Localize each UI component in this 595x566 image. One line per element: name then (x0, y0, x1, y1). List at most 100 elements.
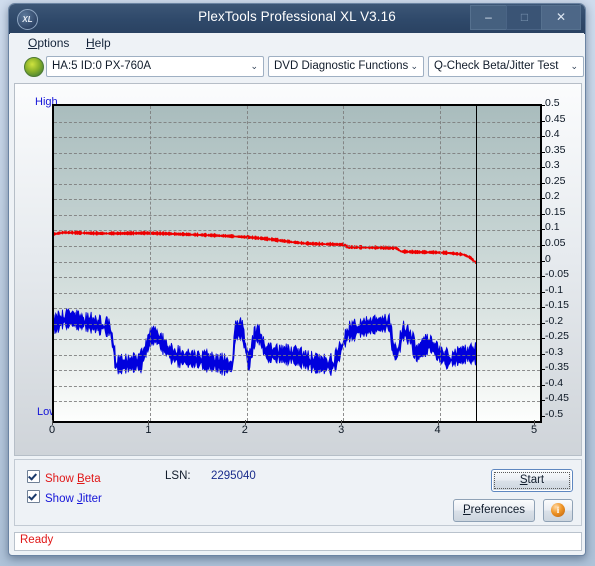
y-axis-tick-mark (540, 400, 545, 402)
y-axis-tick-mark (540, 260, 545, 262)
y-axis-tick-label: -0.35 (545, 361, 569, 374)
grid-line-horizontal (54, 292, 540, 294)
y-axis-tick-mark (540, 105, 545, 106)
grid-line-horizontal (54, 183, 540, 185)
grid-line-horizontal (54, 245, 540, 247)
menu-item-options[interactable]: Options (22, 35, 75, 51)
close-button[interactable]: ✕ (541, 5, 581, 30)
y-axis-tick-label: -0.4 (545, 376, 564, 389)
grid-line-vertical (343, 106, 345, 421)
chevron-down-icon: ⌄ (570, 61, 578, 71)
info-icon: i (551, 503, 565, 517)
y-axis-tick-label: 0.15 (545, 205, 566, 218)
y-axis-tick-mark (540, 213, 545, 215)
y-axis-tick-label: 0.4 (545, 128, 560, 141)
beta-jitter-plot (52, 104, 542, 423)
chart-panel: High Low 0.5 0.45 0.4 0.35 0.3 0.25 0.2 0.15 0.1… (14, 83, 582, 456)
y-axis-tick-label: 0 (545, 252, 551, 265)
y-axis-tick-mark (540, 198, 545, 200)
grid-line-horizontal (54, 323, 540, 325)
y-axis-tick-mark (540, 369, 545, 371)
minimize-button[interactable]: – (470, 5, 507, 30)
y-axis-tick-label: -0.15 (545, 299, 569, 312)
test-select-value: Q-Check Beta/Jitter Test (434, 60, 559, 72)
checkbox-icon (27, 470, 40, 483)
grid-line-horizontal (54, 137, 540, 139)
y-axis-tick-mark (540, 322, 545, 324)
y-axis-tick-mark (540, 229, 545, 231)
x-axis-tick-mark (341, 420, 343, 425)
y-axis-tick-mark (540, 384, 545, 386)
grid-line-horizontal (54, 168, 540, 170)
grid-line-horizontal (54, 339, 540, 341)
chevron-down-icon: ⌄ (410, 61, 418, 71)
lsn-label: LSN: (165, 470, 191, 482)
status-text: Ready (20, 534, 54, 546)
beta-trace (54, 230, 477, 265)
jitter-trace (54, 308, 477, 376)
show-jitter-checkbox[interactable]: Show Jitter (27, 490, 102, 505)
grid-line-horizontal (54, 121, 540, 123)
start-button-label: Start (494, 472, 570, 489)
y-axis-tick-label: -0.2 (545, 314, 564, 327)
grid-line-horizontal (54, 261, 540, 263)
x-axis-tick-mark (244, 420, 246, 425)
toolbar: HA:5 ID:0 PX-760A ⌄ DVD Diagnostic Funct… (10, 53, 584, 80)
y-axis-tick-label: 0.1 (545, 221, 560, 234)
grid-line-horizontal (54, 354, 540, 356)
y-axis-tick-label: -0.05 (545, 268, 569, 281)
lsn-value: 2295040 (211, 470, 256, 482)
y-axis-tick-mark (540, 244, 545, 246)
x-axis-tick-mark (534, 420, 535, 425)
y-axis-tick-mark (540, 120, 545, 122)
maximize-button[interactable]: □ (506, 5, 543, 30)
y-axis-tick-mark (540, 276, 545, 278)
grid-line-vertical (439, 106, 441, 421)
grid-line-horizontal (54, 277, 540, 279)
y-axis-tick-label: 0.05 (545, 236, 566, 249)
x-axis-tick-label: 2 (241, 424, 248, 436)
y-axis-tick-mark (540, 416, 545, 417)
show-jitter-label: Show Jitter (45, 493, 102, 505)
x-axis-tick-label: 3 (338, 424, 345, 436)
grid-line-horizontal (54, 152, 540, 154)
grid-line-horizontal (54, 214, 540, 216)
grid-line-horizontal (54, 308, 540, 310)
start-button[interactable]: Start (491, 469, 573, 492)
grid-line-vertical (150, 106, 152, 421)
grid-line-horizontal (54, 199, 540, 201)
y-axis-tick-mark (540, 291, 545, 293)
status-bar: Ready (14, 532, 582, 551)
preferences-button[interactable]: Preferences (453, 499, 535, 522)
disc-drive-icon (24, 57, 44, 77)
y-axis-tick-label: -0.5 (545, 408, 564, 420)
y-axis-tick-label: 0.2 (545, 190, 560, 203)
chevron-down-icon: ⌄ (250, 61, 258, 71)
grid-line-horizontal (54, 385, 540, 387)
show-beta-label: Show Beta (45, 473, 101, 485)
x-axis-tick-mark (437, 420, 439, 425)
y-axis-tick-mark (540, 136, 545, 138)
y-axis-tick-label: 0.35 (545, 143, 566, 156)
test-select[interactable]: Q-Check Beta/Jitter Test ⌄ (428, 56, 584, 77)
grid-line-vertical (246, 106, 248, 421)
x-axis-tick-label: 0 (48, 424, 56, 436)
x-axis-tick-label: 4 (434, 424, 441, 436)
y-axis-tick-label: 0.45 (545, 112, 566, 125)
x-axis-tick-label: 1 (145, 424, 152, 436)
y-axis-tick-label: -0.3 (545, 345, 564, 358)
y-axis-tick-label: -0.45 (545, 392, 569, 405)
drive-select[interactable]: HA:5 ID:0 PX-760A ⌄ (46, 56, 264, 77)
y-axis-tick-mark (540, 182, 545, 184)
y-axis-tick-label: -0.1 (545, 283, 564, 296)
y-axis-tick-label: 0.25 (545, 174, 566, 187)
info-button[interactable]: i (543, 499, 573, 522)
y-axis-tick-label: -0.25 (545, 330, 569, 343)
menu-bar: Options Help (10, 33, 584, 54)
application-window: XL PlexTools Professional XL V3.16 – □ ✕… (8, 3, 586, 556)
show-beta-checkbox[interactable]: Show Beta (27, 470, 101, 485)
grid-line-horizontal (54, 230, 540, 232)
function-select[interactable]: DVD Diagnostic Functions ⌄ (268, 56, 424, 77)
menu-item-help[interactable]: Help (80, 35, 117, 51)
x-axis-tick-mark (148, 420, 150, 425)
